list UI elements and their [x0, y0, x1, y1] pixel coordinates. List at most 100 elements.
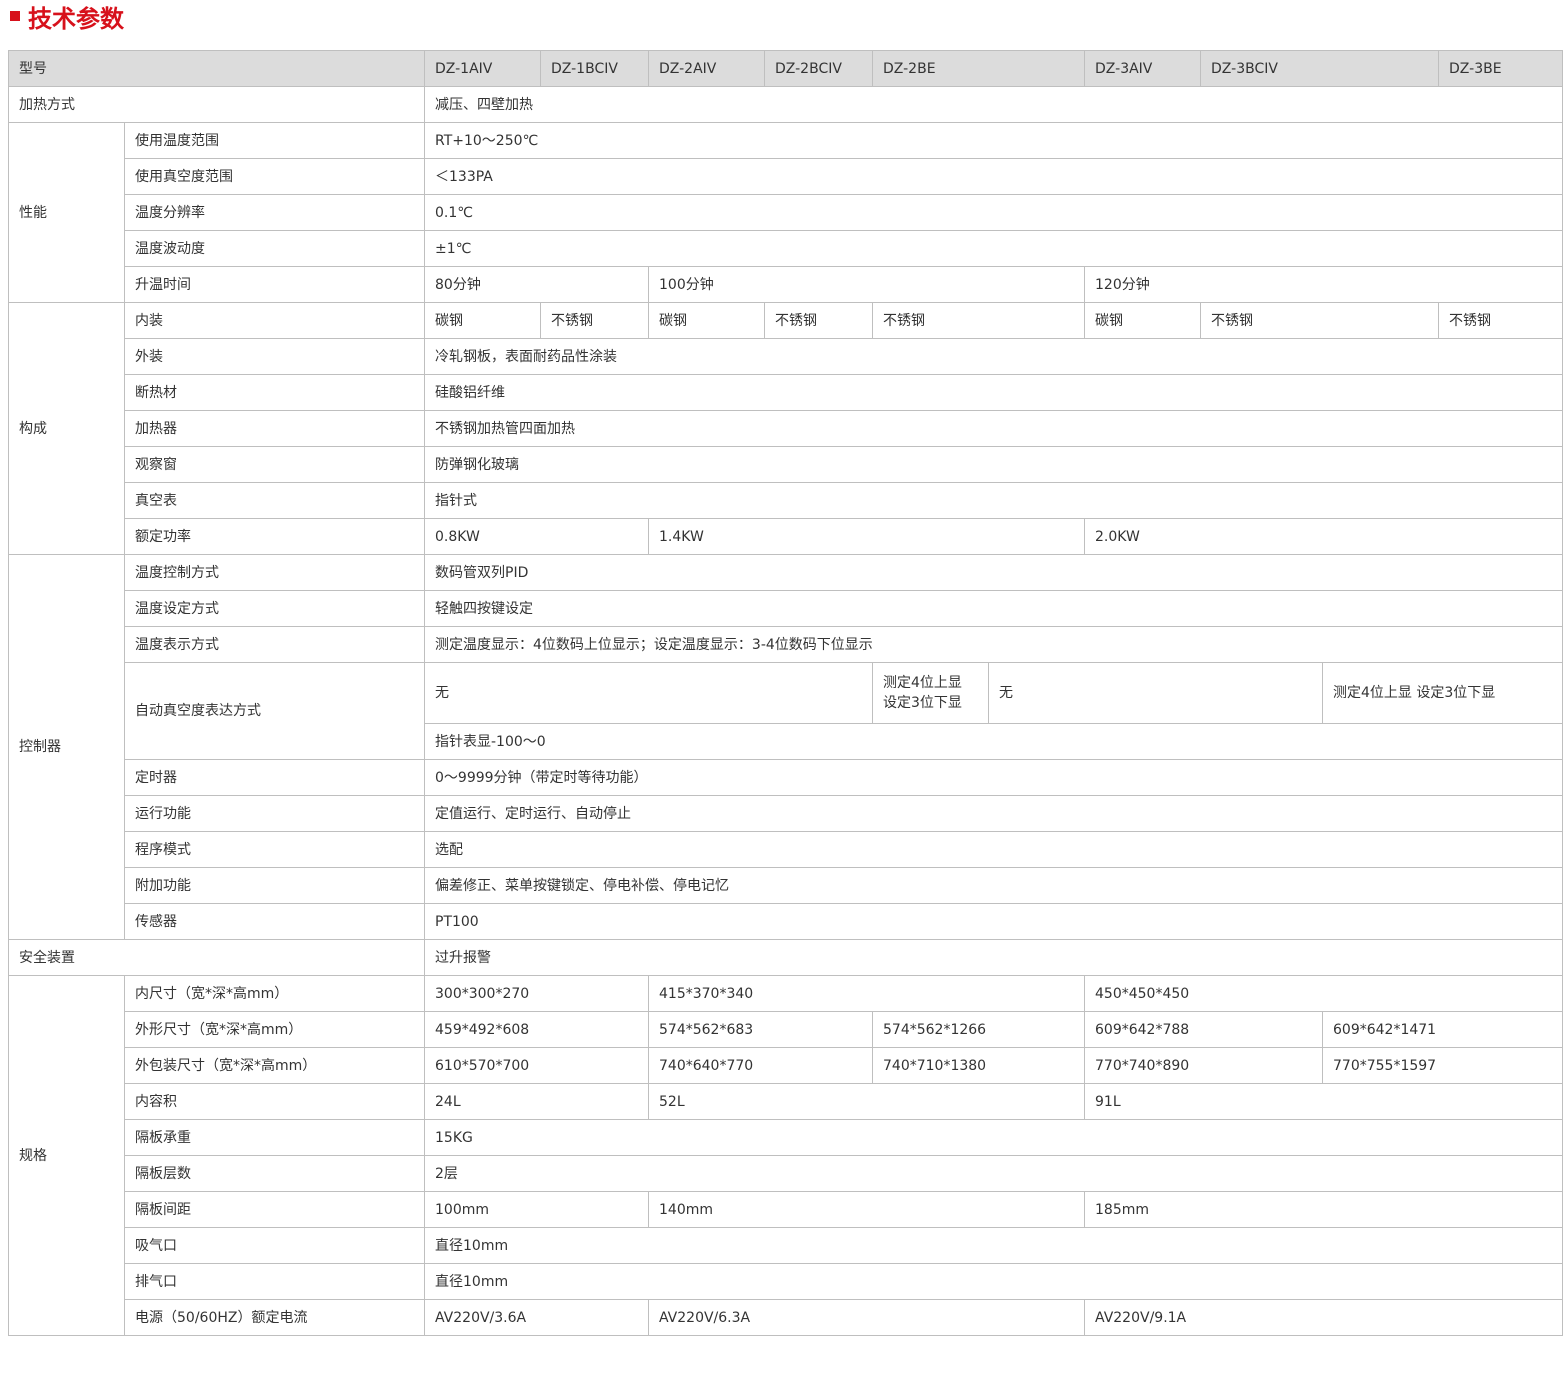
value-cell: 轻触四按键设定	[423, 590, 1564, 627]
value-cell: AV220V/9.1A	[1084, 1299, 1564, 1336]
table-row: 构成 内装 碳钢 不锈钢 碳钢 不锈钢 不锈钢 碳钢 不锈钢 不锈钢	[8, 302, 1564, 555]
table-row: 观察窗 防弹钢化玻璃	[9, 446, 1564, 483]
value-cell: 冷轧钢板，表面耐药品性涂装	[423, 338, 1564, 375]
table-row: 隔板间距 100mm 140mm 185mm	[9, 1191, 1564, 1228]
table-row: 温度设定方式 轻触四按键设定	[9, 590, 1564, 627]
value-cell: 无	[987, 662, 1324, 724]
row-label: 使用真空度范围	[124, 158, 425, 195]
table-row: 温度表示方式 测定温度显示：4位数码上位显示；设定温度显示：3-4位数码下位显示	[9, 626, 1564, 663]
row-label: 额定功率	[124, 518, 425, 555]
model-cell: DZ-3BE	[1438, 50, 1564, 87]
row-label: 定时器	[124, 759, 425, 796]
table-row: 隔板层数 2层	[9, 1155, 1564, 1192]
row-label: 自动真空度表达方式	[124, 662, 425, 760]
model-cell: DZ-1AIV	[424, 50, 541, 87]
row-label: 加热器	[124, 410, 425, 447]
table-row: 排气口 直径10mm	[9, 1263, 1564, 1300]
table-row: 控制器 温度控制方式 数码管双列PID	[8, 554, 1564, 940]
row-label: 吸气口	[124, 1227, 425, 1264]
table-row: 传感器 PT100	[9, 903, 1564, 940]
table-row: 加热器 不锈钢加热管四面加热	[9, 410, 1564, 447]
table-row: 定时器 0～9999分钟（带定时等待功能）	[9, 759, 1564, 796]
group-label: 构成	[8, 302, 125, 555]
row-label: 电源（50/60HZ）额定电流	[124, 1299, 425, 1336]
value-cell: 52L	[647, 1083, 1086, 1120]
value-cell: 770*755*1597	[1322, 1047, 1564, 1084]
table-row: 隔板承重 15KG	[9, 1119, 1564, 1156]
value-cell: 硅酸铝纤维	[423, 374, 1564, 411]
row-label: 程序模式	[124, 831, 425, 868]
table-row: 自动真空度表达方式 无 测定4位上显 设定3位下显 无 测定4位上显 设定3位下…	[9, 662, 1564, 760]
value-cell: 450*450*450	[1084, 975, 1564, 1012]
value-cell: 防弹钢化玻璃	[423, 446, 1564, 483]
row-label: 外形尺寸（宽*深*高mm）	[124, 1011, 425, 1048]
value-cell: 数码管双列PID	[423, 554, 1564, 591]
value-cell: 测定4位上显 设定3位下显	[1322, 662, 1564, 724]
table-row: 额定功率 0.8KW 1.4KW 2.0KW	[9, 518, 1564, 555]
group-label: 性能	[8, 122, 125, 303]
value-cell: ±1℃	[423, 230, 1564, 267]
row-label: 内容积	[124, 1083, 425, 1120]
value-cell: 碳钢	[648, 302, 765, 339]
header-row: 型号 DZ-1AIV DZ-1BCIV DZ-2AIV DZ-2BCIV DZ-…	[8, 50, 1564, 87]
row-label: 使用温度范围	[124, 122, 425, 159]
table-row: 电源（50/60HZ）额定电流 AV220V/3.6A AV220V/6.3A …	[9, 1299, 1564, 1336]
row-label: 真空表	[124, 482, 425, 519]
value-cell: 415*370*340	[647, 975, 1086, 1012]
value-cell: 不锈钢	[1200, 302, 1440, 339]
value-cell: 2.0KW	[1084, 518, 1564, 555]
row-label: 加热方式	[8, 86, 425, 123]
value-cell: 直径10mm	[423, 1227, 1564, 1264]
value-cell: 140mm	[647, 1191, 1086, 1228]
value-cell: 574*562*683	[648, 1011, 873, 1048]
table-row: 运行功能 定值运行、定时运行、自动停止	[9, 795, 1564, 832]
row-label: 外包装尺寸（宽*深*高mm）	[124, 1047, 425, 1084]
value-cell: 609*642*1471	[1322, 1011, 1564, 1048]
row-label: 隔板间距	[124, 1191, 425, 1228]
row-label: 观察窗	[124, 446, 425, 483]
value-cell: 0.8KW	[424, 518, 649, 555]
value-cell: 24L	[424, 1083, 649, 1120]
value-cell: 459*492*608	[424, 1011, 649, 1048]
value-cell: AV220V/3.6A	[424, 1299, 649, 1336]
table-row: 升温时间 80分钟 100分钟 120分钟	[9, 266, 1564, 303]
value-cell: 91L	[1084, 1083, 1564, 1120]
header-label: 型号	[8, 50, 425, 87]
table-row: 性能 使用温度范围 RT+10～250℃	[8, 122, 1564, 303]
table-row: 外形尺寸（宽*深*高mm） 459*492*608 574*562*683 57…	[9, 1011, 1564, 1048]
title-marker	[10, 11, 20, 21]
value-cell: 574*562*1266	[871, 1011, 1086, 1048]
table-row: 外包装尺寸（宽*深*高mm） 610*570*700 740*640*770 7…	[9, 1047, 1564, 1084]
row-label: 温度波动度	[124, 230, 425, 267]
value-cell: 不锈钢	[540, 302, 649, 339]
value-cell: 不锈钢加热管四面加热	[423, 410, 1564, 447]
value-cell: 300*300*270	[424, 975, 649, 1012]
row-label: 隔板承重	[124, 1119, 425, 1156]
table-row: 加热方式 减压、四壁加热	[8, 86, 1564, 123]
value-cell: ＜133PA	[423, 158, 1564, 195]
model-cell: DZ-3BCIV	[1200, 50, 1440, 87]
table-row: 使用真空度范围 ＜133PA	[9, 158, 1564, 195]
value-cell: 测定4位上显 设定3位下显	[872, 662, 989, 724]
table-row: 附加功能 偏差修正、菜单按键锁定、停电补偿、停电记忆	[9, 867, 1564, 904]
value-cell: 610*570*700	[424, 1047, 649, 1084]
table-row: 真空表 指针式	[9, 482, 1564, 519]
row-label: 升温时间	[124, 266, 425, 303]
table-row: 吸气口 直径10mm	[9, 1227, 1564, 1264]
value-cell: 无	[424, 662, 873, 724]
value-cell: 1.4KW	[647, 518, 1086, 555]
table-row: 温度波动度 ±1℃	[9, 230, 1564, 267]
row-label: 外装	[124, 338, 425, 375]
table-row: 安全装置 过升报警	[8, 939, 1564, 976]
group-label: 规格	[8, 975, 125, 1336]
table-row: 程序模式 选配	[9, 831, 1564, 868]
model-cell: DZ-1BCIV	[540, 50, 649, 87]
row-label: 安全装置	[8, 939, 425, 976]
table-row: 内容积 24L 52L 91L	[9, 1083, 1564, 1120]
table-row: 温度分辨率 0.1℃	[9, 194, 1564, 231]
value-cell: 直径10mm	[423, 1263, 1564, 1300]
row-label: 温度分辨率	[124, 194, 425, 231]
value-cell: 指针式	[423, 482, 1564, 519]
value-cell: 减压、四壁加热	[423, 86, 1564, 123]
value-cell: 定值运行、定时运行、自动停止	[423, 795, 1564, 832]
